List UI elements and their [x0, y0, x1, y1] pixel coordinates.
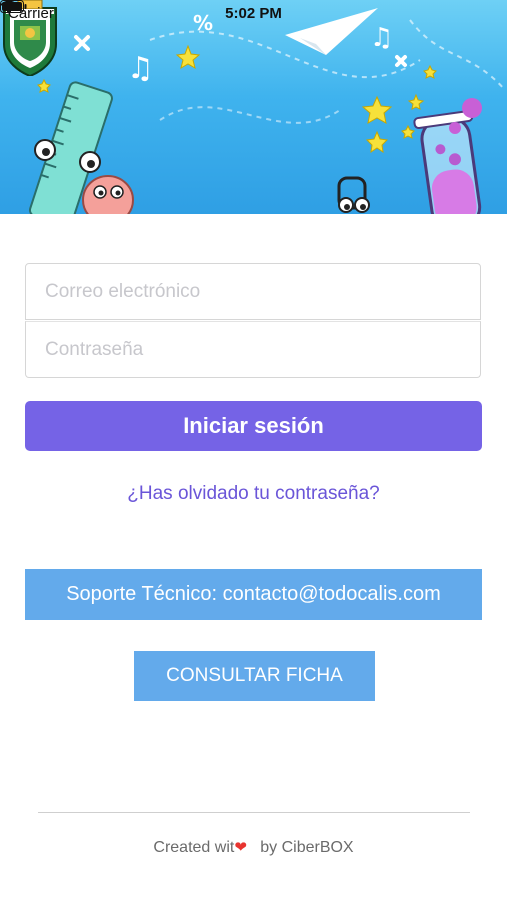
footer-credit: Created wit❤ by CiberBOX: [0, 838, 507, 857]
footer-divider: [38, 812, 470, 813]
status-bar: Carrier 5:02 PM: [0, 0, 507, 28]
school-illustration: % ♫ ♫: [28, 8, 506, 214]
consult-record-button[interactable]: CONSULTAR FICHA: [134, 651, 375, 701]
support-banner[interactable]: Soporte Técnico: contacto@todocalis.com: [25, 569, 482, 620]
header-banner: % ♫ ♫ Carrier 5:02 PM: [0, 0, 507, 214]
svg-text:♫: ♫: [127, 51, 154, 86]
footer-prefix: Created wit: [153, 839, 235, 856]
heart-icon: ❤: [234, 839, 247, 856]
email-field[interactable]: [25, 263, 481, 320]
login-button[interactable]: Iniciar sesión: [25, 401, 482, 451]
password-field[interactable]: [25, 321, 481, 378]
password-input[interactable]: [26, 322, 480, 377]
email-input[interactable]: [26, 264, 480, 319]
forgot-password-link[interactable]: ¿Has olvidado tu contraseña?: [0, 483, 507, 505]
clock: 5:02 PM: [225, 5, 282, 22]
battery-icon: [0, 0, 27, 13]
footer-suffix: by CiberBOX: [260, 839, 354, 856]
